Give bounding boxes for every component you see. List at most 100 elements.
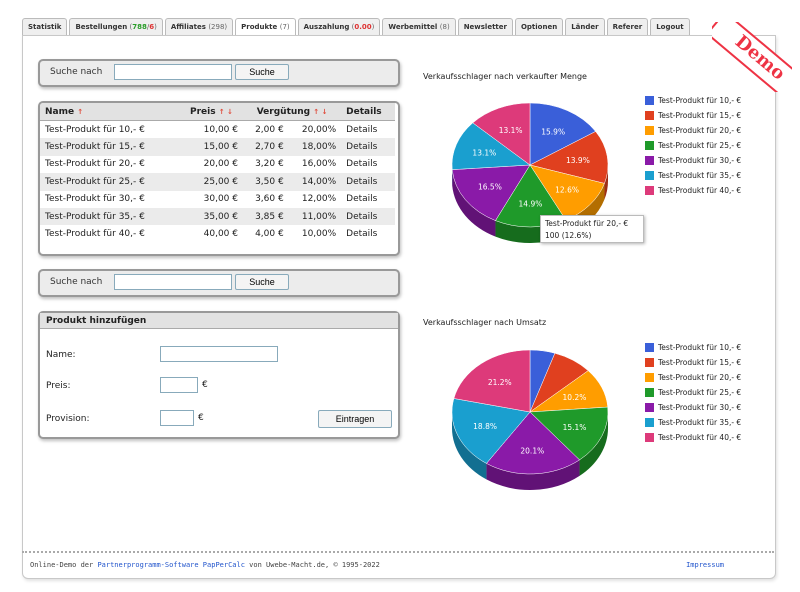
- name-label: Name:: [46, 350, 76, 360]
- pie-value-label: 13.1%: [499, 126, 523, 135]
- search-label: Suche nach: [50, 67, 103, 77]
- legend-swatch: [645, 358, 654, 367]
- sort-arrows-icon[interactable]: ↑ ↓: [313, 108, 327, 116]
- legend-swatch: [645, 156, 654, 165]
- legend-label: Test-Produkt für 25,- €: [658, 141, 742, 150]
- sort-arrows-icon[interactable]: ↑ ↓: [219, 108, 233, 116]
- pie-value-label: 12.6%: [555, 186, 579, 195]
- legend-item: Test-Produkt für 15,- €: [645, 357, 741, 372]
- table-row: Test-Produkt für 30,- € 30,00 € 3,60 € 12,0…: [40, 191, 395, 208]
- legend-label: Test-Produkt für 35,- €: [658, 418, 742, 427]
- legend-swatch: [645, 171, 654, 180]
- details-link[interactable]: Details: [341, 138, 395, 156]
- product-price: 40,00 €: [203, 229, 238, 240]
- table-row: Test-Produkt für 20,- € 20,00 € 3,20 € 16,0…: [40, 156, 395, 173]
- product-price-input[interactable]: [160, 377, 198, 393]
- footer-impressum-link[interactable]: Impressum: [686, 561, 724, 569]
- tab-länder[interactable]: Länder: [565, 18, 605, 36]
- search-input[interactable]: [114, 64, 232, 80]
- table-row: Test-Produkt für 15,- €15,00 €2,70 €18,0…: [40, 138, 395, 156]
- product-price: 15,00 €: [185, 138, 243, 156]
- legend-swatch: [645, 186, 654, 195]
- search-button[interactable]: Suche: [235, 64, 289, 80]
- legend-label: Test-Produkt für 30,- €: [658, 156, 742, 165]
- tab-auszahlung[interactable]: Auszahlung (0.00): [297, 18, 381, 36]
- search-input-2[interactable]: [114, 274, 232, 290]
- product-name-input[interactable]: [160, 346, 278, 362]
- product-table-box: Name ↑ Preis ↑ ↓ Vergütung ↑ ↓ Details T…: [38, 101, 400, 256]
- footer-software-link[interactable]: Partnerprogramm-Software PapPerCalc: [97, 561, 245, 569]
- col-header-price[interactable]: Preis ↑ ↓: [185, 103, 243, 121]
- legend-swatch: [645, 418, 654, 427]
- product-commission: 2,00 €: [255, 124, 284, 135]
- product-price: 35,00 €: [185, 207, 243, 226]
- product-commission: 4,00 €: [255, 229, 284, 240]
- legend-label: Test-Produkt für 25,- €: [658, 388, 742, 397]
- legend-swatch: [645, 403, 654, 412]
- footer: Online-Demo der Partnerprogramm-Software…: [22, 547, 774, 577]
- tab-bestellungen[interactable]: Bestellungen (788/6): [69, 18, 163, 36]
- table-row: Test-Produkt für 40,- € 40,00 € 4,00 € 10,0…: [40, 225, 395, 242]
- pie-value-label: 10.2%: [563, 393, 587, 402]
- legend-item: Test-Produkt für 10,- €: [645, 342, 741, 357]
- commission-currency: €: [198, 413, 204, 423]
- legend-label: Test-Produkt für 35,- €: [658, 171, 742, 180]
- legend-label: Test-Produkt für 10,- €: [658, 96, 742, 105]
- table-row: Test-Produkt für 35,- €35,00 €3,85 €11,0…: [40, 207, 395, 226]
- legend-item: Test-Produkt für 20,- €: [645, 372, 741, 387]
- legend-swatch: [645, 126, 654, 135]
- main-tab-bar: Statistik Bestellungen (788/6) Affiliates …: [22, 18, 690, 37]
- details-link[interactable]: Details: [341, 121, 395, 139]
- pie-value-label: 18.8%: [473, 422, 497, 431]
- demo-label: Demo: [712, 22, 792, 92]
- tab-optionen[interactable]: Optionen: [514, 18, 564, 36]
- legend-swatch: [645, 343, 654, 352]
- demo-ribbon: Demo: [712, 22, 792, 92]
- search-button-2[interactable]: Suche: [235, 274, 289, 290]
- product-percent: 12,00%: [301, 194, 337, 205]
- product-price: 30,00 €: [203, 194, 238, 205]
- chart2-legend: Test-Produkt für 10,- € Test-Produkt für …: [645, 342, 741, 447]
- submit-product-button[interactable]: Eintragen: [318, 410, 392, 428]
- details-link[interactable]: Details: [341, 225, 395, 242]
- details-link[interactable]: Details: [341, 156, 395, 173]
- legend-item: Test-Produkt für 35,- €: [645, 417, 741, 432]
- search-label: Suche nach: [50, 277, 103, 287]
- product-price: 10,00 €: [203, 124, 238, 135]
- legend-item: Test-Produkt für 30,- €: [645, 155, 741, 170]
- details-link[interactable]: Details: [341, 207, 395, 226]
- chart-tooltip: Test-Produkt für 20,- € 100 (12.6%): [540, 215, 644, 243]
- pie-value-label: 16.5%: [478, 183, 502, 192]
- pie-value-label: 20.1%: [520, 446, 544, 455]
- legend-item: Test-Produkt für 10,- €: [645, 95, 741, 110]
- tooltip-line1: Test-Produkt für 20,- €: [545, 219, 629, 228]
- tab-referer[interactable]: Referer: [606, 18, 649, 36]
- tab-statistik[interactable]: Statistik: [22, 18, 68, 36]
- tooltip-line2: 100 (12.6%): [545, 231, 592, 240]
- search-bar-top: Suche nach Suche: [38, 59, 400, 87]
- chart1-legend: Test-Produkt für 10,- € Test-Produkt für …: [645, 95, 741, 200]
- legend-swatch: [645, 388, 654, 397]
- col-header-commission[interactable]: Vergütung ↑ ↓: [243, 103, 342, 121]
- pie-value-label: 13.1%: [472, 148, 496, 157]
- legend-item: Test-Produkt für 25,- €: [645, 387, 741, 402]
- table-row: Test-Produkt für 25,- €25,00 €3,50 €14,0…: [40, 173, 395, 191]
- tab-affiliates[interactable]: Affiliates (298): [164, 18, 234, 36]
- sort-arrow-icon[interactable]: ↑: [77, 108, 83, 116]
- product-percent: 14,00%: [288, 173, 342, 191]
- tab-logout[interactable]: Logout: [650, 18, 690, 36]
- tab-newsletter[interactable]: Newsletter: [457, 18, 513, 36]
- col-header-name[interactable]: Name ↑: [40, 103, 185, 121]
- legend-label: Test-Produkt für 10,- €: [658, 343, 742, 352]
- product-name: Test-Produkt für 30,- €: [45, 194, 145, 205]
- table-header-row: Name ↑ Preis ↑ ↓ Vergütung ↑ ↓ Details: [40, 103, 395, 121]
- legend-swatch: [645, 111, 654, 120]
- product-price: 25,00 €: [185, 173, 243, 191]
- details-link[interactable]: Details: [341, 173, 395, 191]
- footer-text: Online-Demo der Partnerprogramm-Software…: [30, 561, 380, 569]
- product-commission-input[interactable]: [160, 410, 194, 426]
- details-link[interactable]: Details: [341, 191, 395, 208]
- col-header-details: Details: [341, 103, 395, 121]
- legend-label: Test-Produkt für 15,- €: [658, 358, 742, 367]
- tab-werbemittel[interactable]: Werbemittel (8): [382, 18, 456, 36]
